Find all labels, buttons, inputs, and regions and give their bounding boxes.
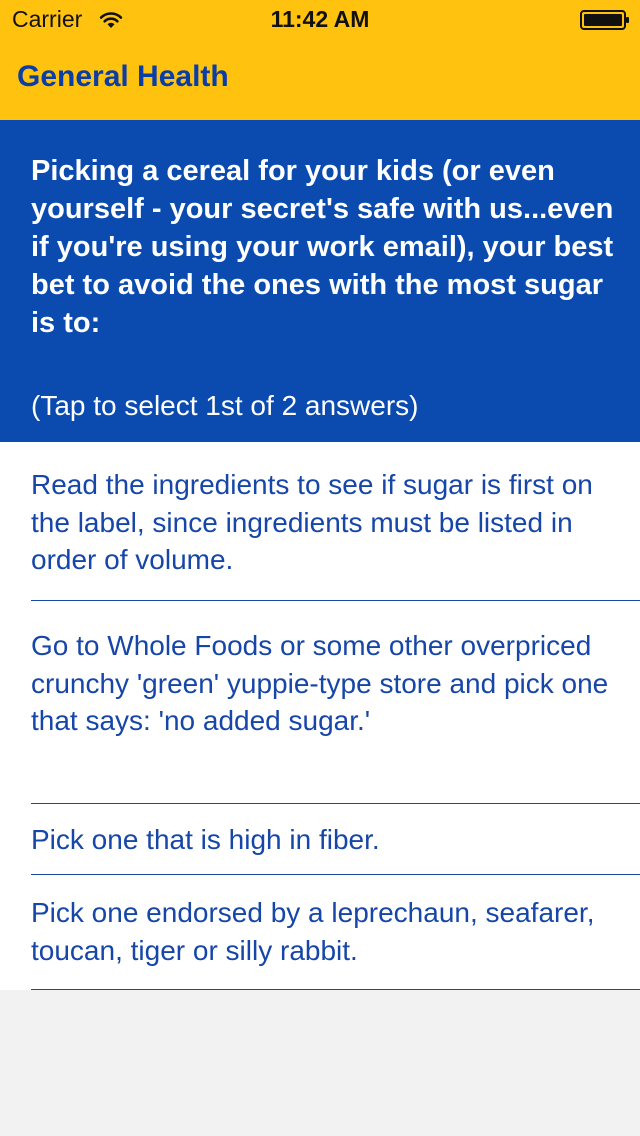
answer-instruction: (Tap to select 1st of 2 answers) <box>31 390 419 421</box>
answer-option-label: Pick one that is high in fiber. <box>31 824 380 855</box>
answer-option-2[interactable]: Go to Whole Foods or some other overpric… <box>0 601 640 804</box>
answer-option-1[interactable]: Read the ingredients to see if sugar is … <box>0 442 640 601</box>
page-title: General Health <box>17 60 229 93</box>
answer-option-label: Go to Whole Foods or some other overpric… <box>31 630 609 736</box>
answer-divider <box>31 989 640 990</box>
question-text: Picking a cereal for your kids (or even … <box>31 155 614 339</box>
answer-option-label: Read the ingredients to see if sugar is … <box>31 469 593 575</box>
status-time: 11:42 AM <box>270 6 370 32</box>
answer-option-4[interactable]: Pick one endorsed by a leprechaun, seafa… <box>0 875 640 990</box>
battery-icon <box>580 10 629 30</box>
answer-option-3[interactable]: Pick one that is high in fiber. <box>0 804 640 875</box>
question-panel: Picking a cereal for your kids (or even … <box>0 120 640 442</box>
answer-list: Read the ingredients to see if sugar is … <box>0 442 640 990</box>
status-bar: Carrier 11:42 AM <box>0 0 640 40</box>
answer-option-label: Pick one endorsed by a leprechaun, seafa… <box>31 897 595 966</box>
app-header: Carrier 11:42 AM General Health <box>0 0 640 120</box>
